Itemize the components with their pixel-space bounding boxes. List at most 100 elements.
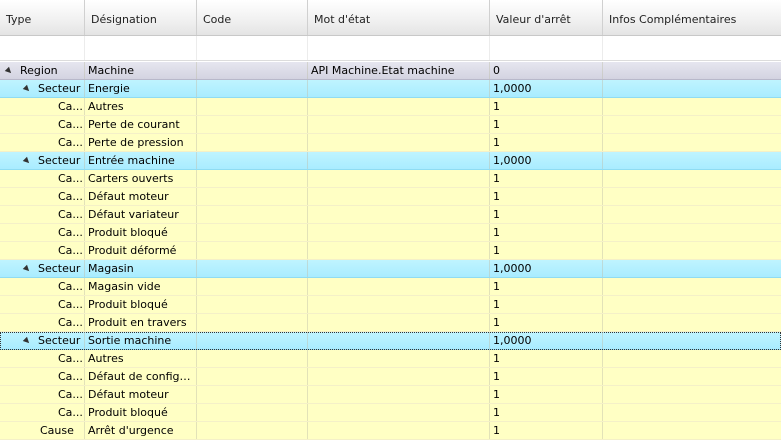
- expand-toggle-icon[interactable]: [22, 156, 32, 166]
- cell-type: Ca...: [0, 188, 85, 205]
- column-header-mot-etat[interactable]: Mot d'état: [308, 0, 490, 35]
- cell-infos: [603, 170, 781, 187]
- column-header-valeur-arret[interactable]: Valeur d'arrêt: [490, 0, 603, 35]
- filter-cell-infos[interactable]: [603, 36, 781, 60]
- tree-row-cause[interactable]: Ca... Autres 1: [0, 350, 781, 368]
- tree-grid[interactable]: Type Désignation Code Mot d'état Valeur …: [0, 0, 781, 443]
- tree-row-cause[interactable]: Ca... Produit bloqué 1: [0, 404, 781, 422]
- cell-designation: Autres: [85, 98, 197, 115]
- expand-toggle-icon[interactable]: [22, 264, 32, 274]
- cell-mot-etat: [308, 332, 490, 349]
- type-label: Cause: [40, 424, 74, 437]
- cell-type: Ca...: [0, 134, 85, 151]
- filter-cell-code[interactable]: [197, 36, 308, 60]
- cell-mot-etat: [308, 170, 490, 187]
- type-label: Ca...: [58, 190, 83, 203]
- cell-infos: [603, 314, 781, 331]
- filter-cell-type[interactable]: [0, 36, 85, 60]
- tree-row-cause[interactable]: Ca... Produit en travers 1: [0, 314, 781, 332]
- tree-rows: Region Machine API Machine.Etat machine 0 Se…: [0, 62, 781, 440]
- cell-infos: [603, 422, 781, 439]
- tree-row-cause[interactable]: Ca... Magasin vide 1: [0, 278, 781, 296]
- cell-infos: [603, 386, 781, 403]
- type-label: Region: [20, 64, 58, 77]
- type-label: Ca...: [58, 244, 83, 257]
- filter-cell-valeur-arret[interactable]: [490, 36, 603, 60]
- filter-cell-designation[interactable]: [85, 36, 197, 60]
- column-header-type[interactable]: Type: [0, 0, 85, 35]
- cell-designation: Sortie machine: [85, 332, 197, 349]
- cell-infos: [603, 242, 781, 259]
- cell-infos: [603, 224, 781, 241]
- cell-mot-etat: [308, 242, 490, 259]
- cell-code: [197, 386, 308, 403]
- cell-code: [197, 422, 308, 439]
- cell-valeur-arret: 1: [490, 242, 603, 259]
- cell-infos: [603, 278, 781, 295]
- cell-mot-etat: [308, 296, 490, 313]
- cell-code: [197, 80, 308, 97]
- tree-row-cause[interactable]: Ca... Défaut moteur 1: [0, 386, 781, 404]
- cell-designation: Carters ouverts: [85, 170, 197, 187]
- cell-mot-etat: [308, 260, 490, 277]
- cell-designation: Défaut moteur: [85, 188, 197, 205]
- cell-type: Ca...: [0, 368, 85, 385]
- tree-row-cause[interactable]: Ca... Produit déformé 1: [0, 242, 781, 260]
- tree-row-cause[interactable]: Ca... Perte de courant 1: [0, 116, 781, 134]
- cell-code: [197, 350, 308, 367]
- type-label: Ca...: [58, 370, 83, 383]
- cell-valeur-arret: 1: [490, 206, 603, 223]
- tree-row-cause[interactable]: Ca... Perte de pression 1: [0, 134, 781, 152]
- type-label: Ca...: [58, 352, 83, 365]
- filter-cell-mot-etat[interactable]: [308, 36, 490, 60]
- column-header-designation[interactable]: Désignation: [85, 0, 197, 35]
- tree-row-cause[interactable]: Ca... Produit bloqué 1: [0, 296, 781, 314]
- cell-mot-etat: [308, 278, 490, 295]
- tree-row-cause[interactable]: Ca... Défaut de configur... 1: [0, 368, 781, 386]
- column-header-code[interactable]: Code: [197, 0, 308, 35]
- tree-row-secteur[interactable]: Secteur Entrée machine 1,0000: [0, 152, 781, 170]
- tree-row-region[interactable]: Region Machine API Machine.Etat machine 0: [0, 62, 781, 80]
- cell-infos: [603, 350, 781, 367]
- expand-toggle-icon[interactable]: [4, 66, 14, 76]
- type-label: Ca...: [58, 172, 83, 185]
- expand-toggle-icon[interactable]: [22, 336, 32, 346]
- cell-code: [197, 116, 308, 133]
- expand-toggle-icon[interactable]: [22, 84, 32, 94]
- tree-row-cause[interactable]: Ca... Défaut variateur 1: [0, 206, 781, 224]
- column-header-infos[interactable]: Infos Complémentaires: [603, 0, 781, 35]
- type-label: Ca...: [58, 316, 83, 329]
- cell-valeur-arret: 1: [490, 98, 603, 115]
- type-label: Ca...: [58, 136, 83, 149]
- cell-code: [197, 152, 308, 169]
- cell-designation: Perte de pression: [85, 134, 197, 151]
- tree-row-secteur[interactable]: Secteur Magasin 1,0000: [0, 260, 781, 278]
- cell-type: Cause: [0, 422, 85, 439]
- cell-mot-etat: [308, 206, 490, 223]
- type-label: Ca...: [58, 280, 83, 293]
- tree-row-cause[interactable]: Ca... Défaut moteur 1: [0, 188, 781, 206]
- cell-mot-etat: [308, 314, 490, 331]
- tree-row-cause[interactable]: Ca... Produit bloqué 1: [0, 224, 781, 242]
- cell-designation: Produit bloqué: [85, 296, 197, 313]
- cell-designation: Arrêt d'urgence: [85, 422, 197, 439]
- cell-valeur-arret: 1: [490, 386, 603, 403]
- type-label: Secteur: [38, 262, 81, 275]
- cell-valeur-arret: 0: [490, 62, 603, 79]
- cell-type: Secteur: [0, 260, 85, 277]
- type-label: Ca...: [58, 208, 83, 221]
- cell-type: Ca...: [0, 170, 85, 187]
- cell-valeur-arret: 1: [490, 314, 603, 331]
- tree-row-cause[interactable]: Ca... Autres 1: [0, 98, 781, 116]
- cell-mot-etat: [308, 422, 490, 439]
- tree-row-secteur[interactable]: Secteur Sortie machine 1,0000: [0, 332, 781, 350]
- cell-valeur-arret: 1: [490, 116, 603, 133]
- cell-code: [197, 296, 308, 313]
- filter-row[interactable]: [0, 36, 781, 61]
- cell-valeur-arret: 1: [490, 170, 603, 187]
- cell-infos: [603, 188, 781, 205]
- tree-row-cause[interactable]: Ca... Carters ouverts 1: [0, 170, 781, 188]
- cell-type: Ca...: [0, 296, 85, 313]
- tree-row-secteur[interactable]: Secteur Energie 1,0000: [0, 80, 781, 98]
- tree-row-cause[interactable]: Cause Arrêt d'urgence 1: [0, 422, 781, 440]
